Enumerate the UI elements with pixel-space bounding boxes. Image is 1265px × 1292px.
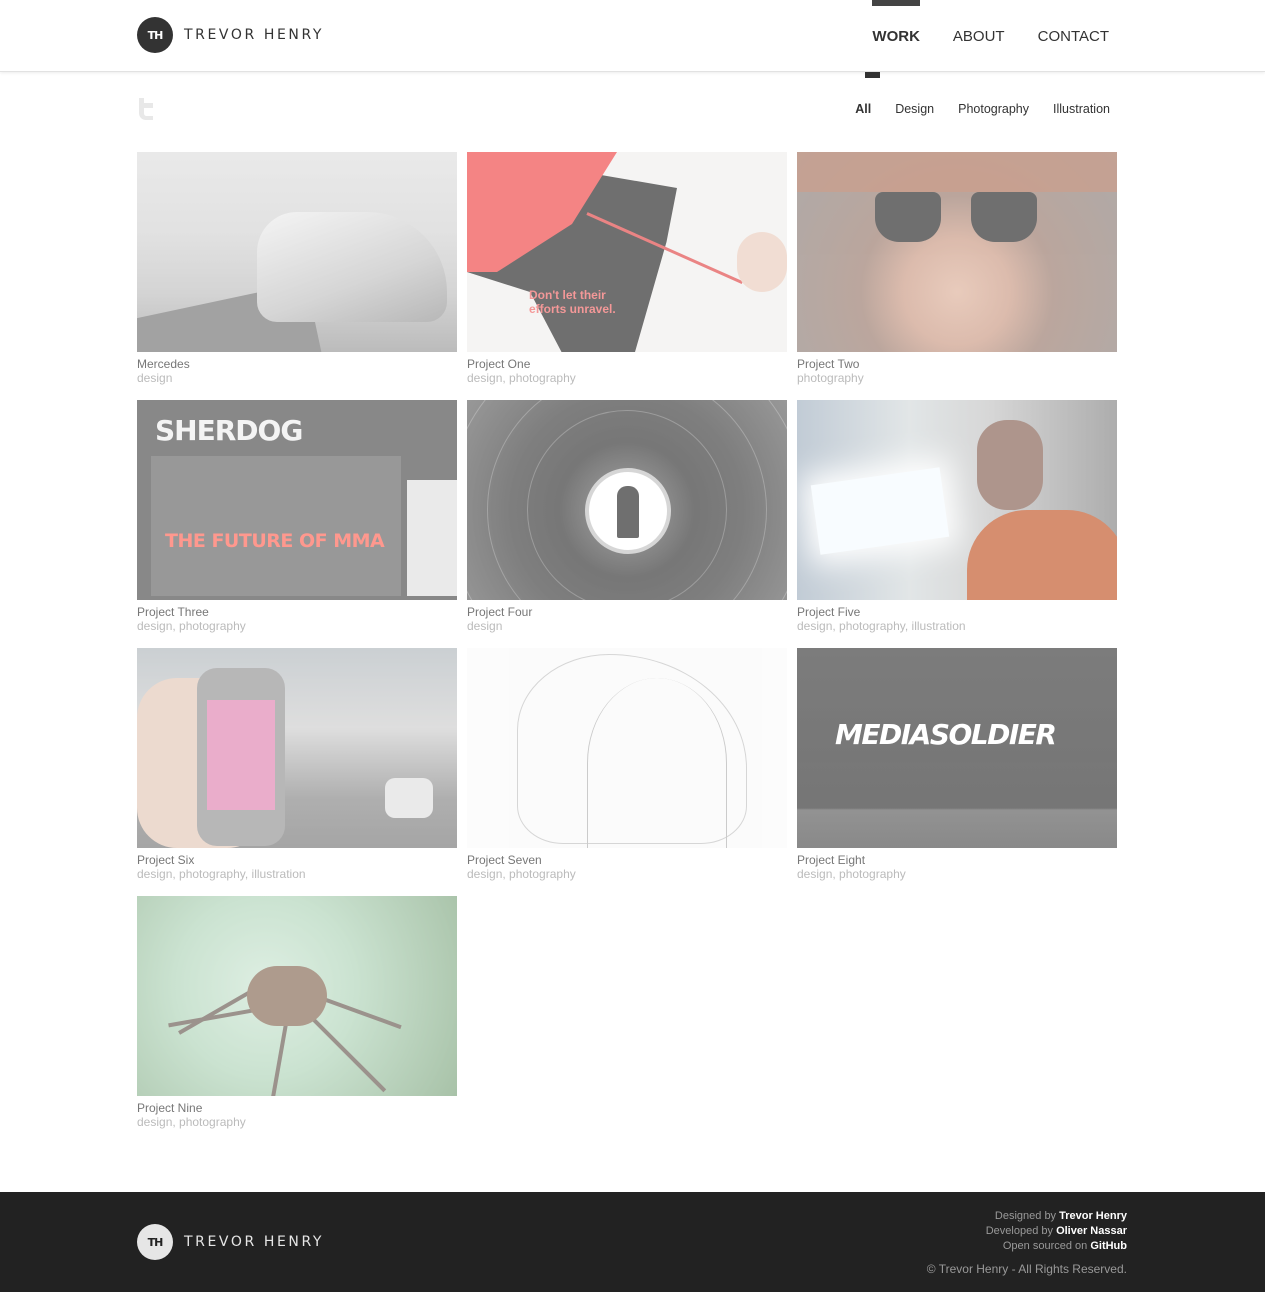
project-thumbnail[interactable] xyxy=(137,896,457,1096)
thumb-car xyxy=(257,212,447,322)
filter-illustration[interactable]: Illustration xyxy=(1053,102,1110,116)
project-title[interactable]: Project Two xyxy=(797,357,1117,371)
project-thumbnail[interactable]: SHERDOG THE FUTURE OF MMA xyxy=(137,400,457,600)
project-card-two[interactable]: Project Two photography xyxy=(797,152,1117,400)
thumb-panel xyxy=(151,456,401,596)
thumb-shirt xyxy=(967,510,1117,600)
thumb-sunglasses xyxy=(875,192,1045,242)
project-thumbnail[interactable] xyxy=(467,648,787,848)
thumb-wordmark: MEDIASOLDIER xyxy=(835,718,1057,751)
project-title[interactable]: Project Seven xyxy=(467,853,787,867)
category-filter: All Design Photography Illustration xyxy=(831,102,1110,116)
project-thumbnail[interactable] xyxy=(137,648,457,848)
site-logo[interactable]: TH TREVOR HENRY xyxy=(137,17,324,53)
project-card-nine[interactable]: Project Nine design, photography xyxy=(137,896,457,1144)
thumb-head xyxy=(977,420,1043,510)
project-title[interactable]: Project Four xyxy=(467,605,787,619)
credit-designed: Designed by Trevor Henry xyxy=(994,1210,1127,1222)
nav-contact[interactable]: CONTACT xyxy=(1038,0,1109,72)
site-footer: TH TREVOR HENRY Designed by Trevor Henry… xyxy=(0,1192,1265,1292)
project-tags: design, photography xyxy=(467,371,576,385)
project-card-one[interactable]: Don't let their efforts unravel. Project… xyxy=(467,152,787,400)
twitter-icon[interactable] xyxy=(137,98,155,120)
project-tags: photography xyxy=(797,371,864,385)
project-card-six[interactable]: Project Six design, photography, illustr… xyxy=(137,648,457,896)
logo-mark: TH xyxy=(137,17,173,53)
developer-link[interactable]: Oliver Nassar xyxy=(1056,1225,1127,1237)
project-card-eight[interactable]: MEDIASOLDIER Project Eight design, photo… xyxy=(797,648,1117,896)
footer-logo-text: TREVOR HENRY xyxy=(184,1234,325,1250)
main-nav: WORK ABOUT CONTACT xyxy=(839,0,1109,72)
thumb-phone-screen xyxy=(207,700,275,810)
credit-developed: Developed by Oliver Nassar xyxy=(985,1225,1127,1237)
project-tags: design, photography xyxy=(137,619,246,633)
filter-design[interactable]: Design xyxy=(895,102,934,116)
logo-text: TREVOR HENRY xyxy=(184,27,325,43)
project-grid: Mercedes design Don't let their efforts … xyxy=(137,152,1117,1144)
project-title[interactable]: Project Three xyxy=(137,605,457,619)
project-tags: design, photography, illustration xyxy=(137,867,306,881)
thumb-spider xyxy=(247,966,327,1026)
project-title[interactable]: Project One xyxy=(467,357,787,371)
thumb-sketch-detail xyxy=(587,678,727,848)
nav-about[interactable]: ABOUT xyxy=(953,0,1005,72)
project-card-three[interactable]: SHERDOG THE FUTURE OF MMA Project Three … xyxy=(137,400,457,648)
project-title[interactable]: Project Six xyxy=(137,853,457,867)
thumb-car xyxy=(385,778,433,818)
thumb-slogan: Don't let their efforts unravel. xyxy=(529,288,616,316)
project-tags: design xyxy=(467,619,503,633)
project-title[interactable]: Project Five xyxy=(797,605,1117,619)
thumb-headline: THE FUTURE OF MMA xyxy=(165,530,385,552)
project-tags: design, photography xyxy=(467,867,576,881)
designer-link[interactable]: Trevor Henry xyxy=(1059,1210,1127,1222)
project-thumbnail[interactable]: MEDIASOLDIER xyxy=(797,648,1117,848)
filter-all[interactable]: All xyxy=(855,102,871,116)
github-link[interactable]: GitHub xyxy=(1090,1240,1127,1252)
project-title[interactable]: Project Nine xyxy=(137,1101,457,1115)
thumb-lightbox xyxy=(810,467,950,555)
credit-open-source: Open sourced on GitHub xyxy=(1002,1240,1127,1252)
project-thumbnail[interactable]: Don't let their efforts unravel. xyxy=(467,152,787,352)
nav-work[interactable]: WORK xyxy=(872,0,920,72)
thumb-figure xyxy=(617,486,639,538)
project-card-four[interactable]: Project Four design xyxy=(467,400,787,648)
project-tags: design, photography xyxy=(797,867,906,881)
footer-credits: Designed by Trevor Henry Developed by Ol… xyxy=(927,1209,1127,1277)
site-header: TH TREVOR HENRY WORK ABOUT CONTACT xyxy=(0,0,1265,72)
project-tags: design, photography, illustration xyxy=(797,619,966,633)
footer-logo[interactable]: TH TREVOR HENRY xyxy=(137,1224,324,1260)
project-title[interactable]: Project Eight xyxy=(797,853,1117,867)
copyright: © Trevor Henry - All Rights Reserved. xyxy=(926,1262,1127,1276)
project-tags: design, photography xyxy=(137,1115,246,1129)
project-card-mercedes[interactable]: Mercedes design xyxy=(137,152,457,400)
project-thumbnail[interactable] xyxy=(797,152,1117,352)
thumb-hair xyxy=(797,152,1117,192)
filter-photography[interactable]: Photography xyxy=(958,102,1029,116)
project-thumbnail[interactable] xyxy=(467,400,787,600)
footer-logo-mark: TH xyxy=(137,1224,173,1260)
project-thumbnail[interactable] xyxy=(137,152,457,352)
project-thumbnail[interactable] xyxy=(797,400,1117,600)
project-card-seven[interactable]: Project Seven design, photography xyxy=(467,648,787,896)
thumb-hand xyxy=(737,232,787,292)
project-card-five[interactable]: Project Five design, photography, illust… xyxy=(797,400,1117,648)
thumb-sidebar xyxy=(407,480,457,596)
thumb-brand: SHERDOG xyxy=(155,414,303,447)
filter-active-marker xyxy=(865,72,880,78)
project-title[interactable]: Mercedes xyxy=(137,357,457,371)
project-tags: design xyxy=(137,371,173,385)
